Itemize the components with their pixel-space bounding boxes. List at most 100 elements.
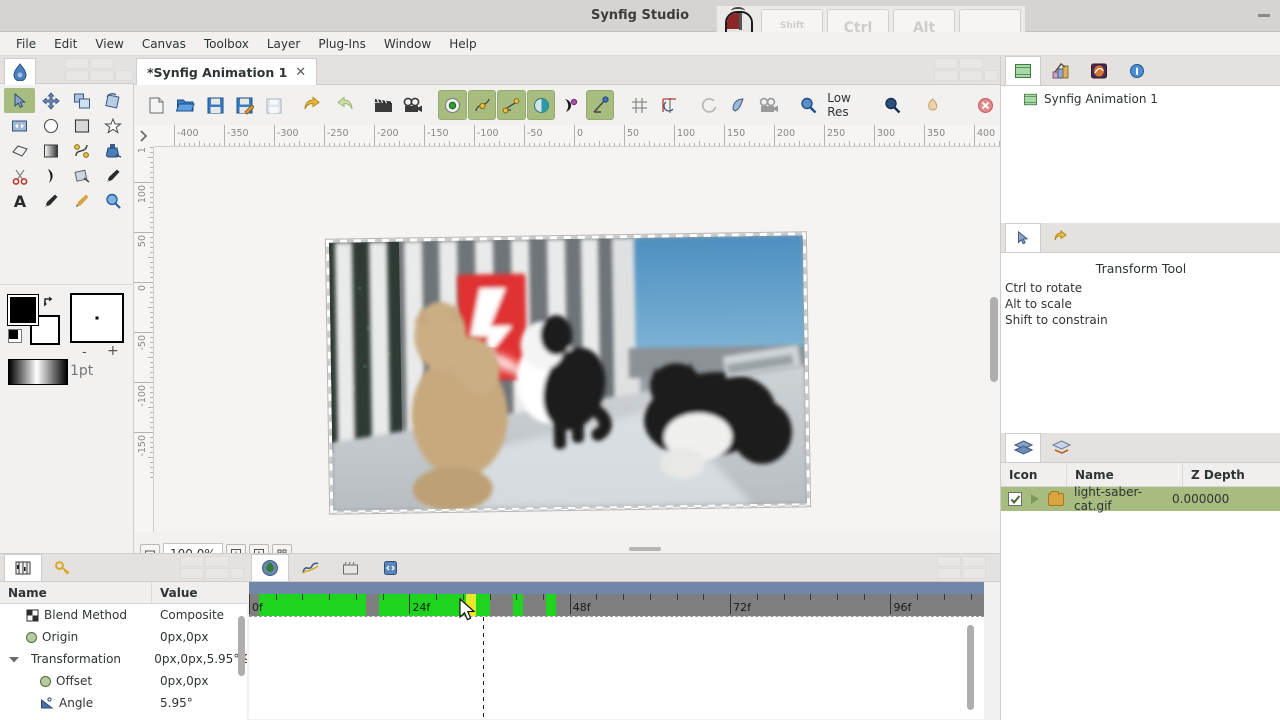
table-row[interactable]: light-saber-cat.gif 0.000000 [1001,487,1280,511]
save-all-button[interactable] [260,90,288,120]
list-item[interactable]: Blend Method Composite [0,604,247,626]
close-icon[interactable]: ✕ [295,65,306,80]
save-button[interactable] [201,90,229,120]
params-vertical-scrollbar[interactable] [238,616,245,676]
layer-visibility-checkbox[interactable] [1008,492,1022,506]
menu-view[interactable]: View [87,35,131,53]
menu-toolbox[interactable]: Toolbox [196,35,257,53]
menu-help[interactable]: Help [441,35,484,53]
canvas-artwork[interactable] [326,232,810,514]
show-width-handles-button[interactable] [556,90,584,120]
toggle-guides-button[interactable] [655,90,683,120]
show-vertex-handles-button[interactable] [468,90,497,120]
timetrack-top-band[interactable] [249,582,984,594]
tool-brush-tool[interactable] [66,188,97,213]
list-item[interactable]: Angle 5.95° [0,692,247,714]
tab-tool-options[interactable] [1005,223,1041,252]
brush-size-decrease-button[interactable]: - [82,345,87,360]
canvas-view[interactable] [154,147,1000,532]
tool-scale-tool[interactable] [66,88,97,113]
tab-children[interactable] [371,554,409,581]
keyframe-block[interactable] [466,594,476,616]
tool-transform-tool[interactable] [4,88,35,113]
show-radius-handles-button[interactable] [527,90,556,120]
list-item[interactable]: Origin 0px,0px [0,626,247,648]
keyframe-block[interactable] [513,594,523,616]
fill-color-swatch[interactable] [8,295,38,325]
low-res-increase-button[interactable] [879,90,907,120]
tool-smooth-move-tool[interactable] [35,88,66,113]
save-as-button[interactable] [230,90,258,120]
toggle-grid-button[interactable] [626,90,654,120]
show-tangent-handles-button[interactable] [497,90,526,120]
show-position-handles-button[interactable] [438,90,467,120]
tab-curves[interactable] [291,554,329,581]
tool-polygon-tool[interactable] [4,138,35,163]
tool-gradient-tool[interactable] [35,138,66,163]
tool-rectangle-tool[interactable] [66,113,97,138]
menu-edit[interactable]: Edit [46,35,85,53]
tool-rotate-tool[interactable] [97,88,128,113]
minimize-button[interactable] [1258,14,1270,17]
horizontal-ruler[interactable]: -400-350-300-250-200-150-100-50050100150… [134,125,1000,147]
canvas-vertical-scrollbar[interactable] [990,297,998,382]
stop-render-button[interactable] [972,90,1000,120]
menu-file[interactable]: File [8,35,44,53]
tool-eyedropper-tool[interactable] [66,163,97,188]
tab-params[interactable] [4,554,42,581]
render-button[interactable] [369,90,397,120]
list-item[interactable]: Offset 0px,0px [0,670,247,692]
toolbox-tab[interactable] [4,58,36,85]
tab-layers[interactable] [1005,433,1041,462]
keyframe-block[interactable] [546,594,556,616]
preview-button[interactable] [398,90,426,120]
timetrack-body[interactable] [249,616,984,719]
swap-colors-icon[interactable] [42,295,56,309]
tool-cutout-tool[interactable] [4,163,35,188]
timebar[interactable]: 0f24f48f72f96f [249,594,984,616]
vertical-ruler[interactable]: 150100500-50-100-150 [134,147,154,532]
tool-mirror-tool[interactable] [4,113,35,138]
time-cursor[interactable] [483,617,484,720]
tool-width-tool[interactable] [35,163,66,188]
tool-zoom-tool[interactable] [97,188,128,213]
canvas-browser-entry[interactable]: Synfig Animation 1 [1001,86,1280,108]
brush-preview-box[interactable] [70,293,124,343]
gradient-swatch[interactable] [8,359,68,385]
redo-button[interactable] [329,90,357,120]
tool-fill-tool[interactable] [97,138,128,163]
show-angle-handles-button[interactable] [586,90,615,120]
tab-canvas-browser[interactable] [1005,56,1041,85]
tab-palette-editor[interactable] [1043,56,1079,85]
tab-history[interactable] [1043,223,1079,252]
tab-library[interactable] [1081,56,1117,85]
tab-timetrack[interactable] [251,554,289,581]
tool-sketch-tool[interactable] [35,188,66,213]
tool-draw-tool[interactable] [97,163,128,188]
toggle-background-rendering-button[interactable] [724,90,752,120]
tab-keyframes[interactable] [44,554,82,581]
toggle-onion-skin-button[interactable] [695,90,723,120]
low-res-toggle-button[interactable] [794,90,822,120]
expander-triangle-icon[interactable] [1031,494,1039,504]
keyframe-block[interactable] [476,594,489,616]
preview-options-button[interactable] [754,90,782,120]
tab-info[interactable] [1119,56,1155,85]
default-colors-swatch[interactable] [8,329,22,343]
open-document-button[interactable] [171,90,199,120]
tool-star-tool[interactable] [97,113,128,138]
timetrack-vertical-scrollbar[interactable] [967,625,974,710]
panel-drag-handle[interactable] [629,547,661,551]
brush-size-increase-button[interactable]: + [107,343,119,359]
menu-layer[interactable]: Layer [259,35,308,53]
tab-layer-sets[interactable] [1043,433,1079,462]
tab-keyframes-panel[interactable] [331,554,369,581]
menu-canvas[interactable]: Canvas [134,35,194,53]
tool-text-tool[interactable]: A [4,188,35,213]
tool-spline-tool[interactable] [66,138,97,163]
new-document-button[interactable] [142,90,170,120]
document-tab[interactable]: *Synfig Animation 1 ✕ [136,58,317,86]
undo-button[interactable] [300,90,328,120]
menu-plugins[interactable]: Plug-Ins [310,35,374,53]
tool-circle-tool[interactable] [35,113,66,138]
